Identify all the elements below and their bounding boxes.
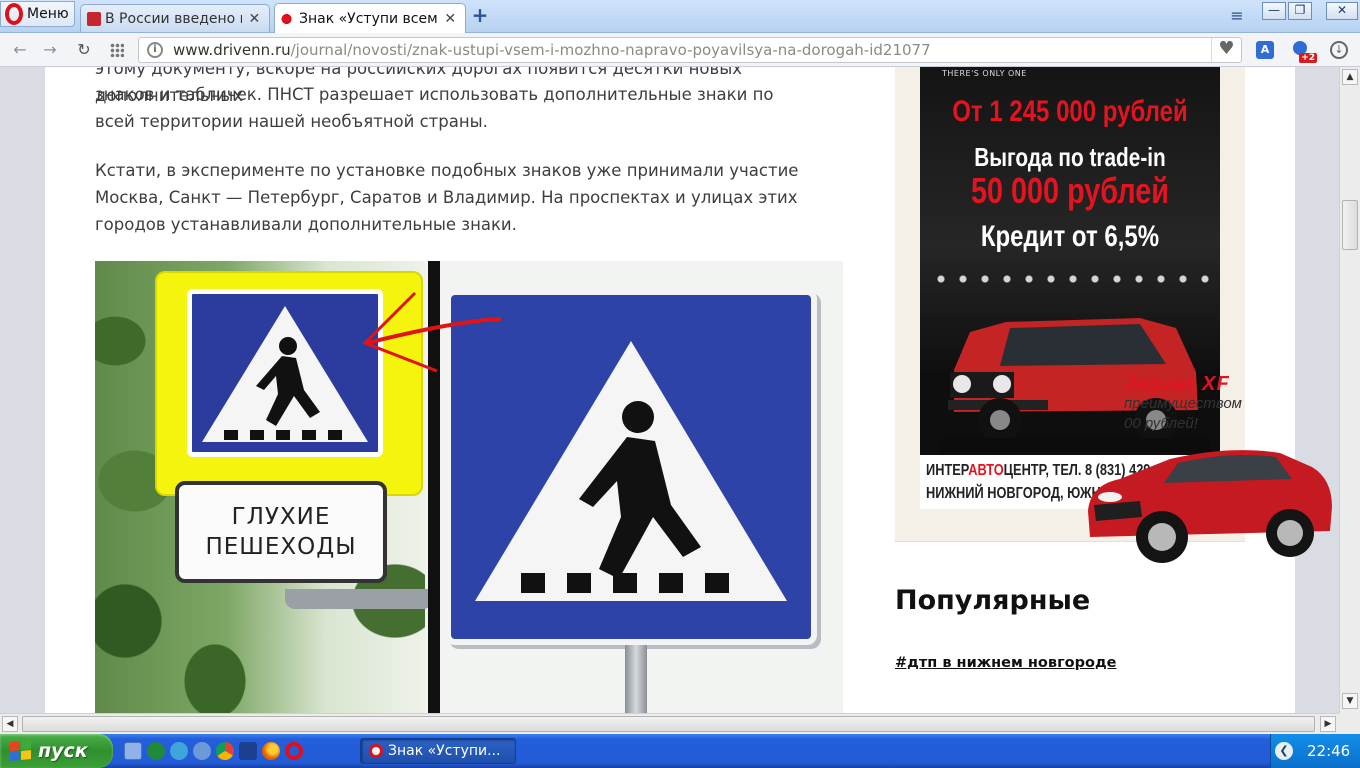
clock[interactable]: 22:46 [1307, 742, 1350, 760]
jaguar-brand: Jaguar XF [1124, 373, 1230, 395]
horizontal-scroll-thumb[interactable] [22, 716, 1315, 732]
scroll-right-icon[interactable]: ▶ [1320, 716, 1336, 732]
dealer-red: АВТО [968, 462, 1004, 479]
firefox-icon[interactable] [262, 742, 280, 760]
windows-flag-icon [10, 739, 32, 763]
screen: Меню В России введено н ✕ Знак «Уступи в… [0, 0, 1360, 768]
url-path: /journal/novosti/znak-ustupi-vsem-i-mozh… [290, 41, 931, 59]
scroll-up-icon[interactable]: ▲ [1342, 69, 1358, 85]
app-icon[interactable] [170, 742, 188, 760]
taskbar-window-button[interactable]: Знак «Уступи... [360, 738, 516, 764]
jaguar-ad-line: 00 рублей! [1124, 415, 1198, 432]
scrollbar-corner [1339, 713, 1360, 734]
tray-expand-icon[interactable]: ❮ [1275, 742, 1293, 760]
close-icon[interactable]: ✕ [443, 11, 457, 27]
vertical-scrollbar[interactable]: ▲ ▼ [1339, 67, 1360, 713]
scroll-down-icon[interactable]: ▼ [1342, 693, 1358, 709]
sign-bracket [285, 589, 433, 609]
sign-plate-deaf-pedestrians: ГЛУХИЕ ПЕШЕХОДЫ [175, 481, 387, 583]
opera-logo-icon [5, 3, 23, 25]
tab-title: В России введено н [105, 10, 242, 27]
restore-icon[interactable]: ❐ [1288, 2, 1312, 20]
opera-menu-button[interactable]: Меню [0, 1, 75, 27]
dealer-prefix: ИНТЕР [926, 462, 969, 479]
popular-tag-link[interactable]: #дтп в нижнем новгороде [895, 655, 1117, 671]
taskbar-window-title: Знак «Уступи... [388, 743, 501, 759]
site-favicon-icon [87, 11, 101, 26]
url-domain: www.drivenn.ru [173, 41, 291, 59]
horizontal-scrollbar[interactable]: ◀ ▶ [0, 713, 1339, 734]
tab-russia-news[interactable]: В России введено н ✕ [80, 4, 270, 32]
article-paragraph: знаков и табличек. ПНСТ разрешает исполь… [95, 85, 774, 131]
grey-pole [625, 645, 647, 713]
show-desktop-icon[interactable] [124, 742, 142, 760]
url-text[interactable]: www.drivenn.ru/journal/novosti/znak-ustu… [173, 41, 1211, 59]
opera-icon[interactable] [285, 742, 303, 760]
jaguar-overlay-ad[interactable]: Jaguar XF преимуществом 00 рублей! [1080, 373, 1340, 577]
red-arrow-annotation [362, 291, 502, 373]
article-paragraph: Кстати, в эксперименте по установке подо… [95, 161, 799, 234]
showroom-lights [930, 272, 1210, 286]
start-button[interactable]: пуск [0, 734, 113, 768]
menu-label: Меню [27, 6, 69, 22]
scroll-left-icon[interactable]: ◀ [2, 716, 18, 732]
reload-icon[interactable]: ↻ [74, 40, 94, 60]
app-icon[interactable] [193, 742, 211, 760]
site-info-icon[interactable]: i [147, 42, 163, 58]
bookmark-heart-icon[interactable]: ♥ [1211, 38, 1241, 62]
browser-tab-strip: Меню В России введено н ✕ Знак «Уступи в… [0, 0, 1360, 33]
start-label: пуск [38, 740, 88, 762]
site-favicon-icon [281, 11, 295, 26]
popular-heading: Популярные [895, 585, 1091, 616]
browser-toolbar: ← → ↻ i www.drivenn.ru/journal/novosti/z… [0, 33, 1360, 67]
jaguar-ad-line: преимуществом [1124, 395, 1242, 412]
ad-price: От 1 245 000 рублей [952, 95, 1188, 128]
close-icon[interactable]: ✕ [248, 11, 261, 27]
system-tray: ❮ 22:46 [1270, 734, 1360, 768]
tab-list-menu-icon[interactable]: ≡ [1228, 6, 1246, 25]
utorrent-icon[interactable] [147, 742, 165, 760]
back-arrow-icon[interactable]: ← [10, 40, 30, 60]
notifications-extension-icon[interactable]: +2 [1293, 41, 1317, 63]
tab-znak-ustupi[interactable]: Знак «Уступи всем, ✕ [274, 3, 466, 33]
ad-credit: Кредит от 6,5% [980, 220, 1160, 253]
close-window-icon[interactable]: ✕ [1326, 2, 1358, 20]
minimize-icon[interactable]: — [1262, 2, 1286, 20]
forward-arrow-icon[interactable]: → [40, 40, 60, 60]
article-image-road-signs: ГЛУХИЕ ПЕШЕХОДЫ [95, 261, 843, 713]
download-icon[interactable]: ↓ [1330, 41, 1348, 59]
ad-benefit-value: 50 000 рублей [970, 170, 1170, 211]
vertical-scroll-thumb[interactable] [1342, 200, 1358, 250]
chrome-icon[interactable] [216, 742, 234, 760]
red-jaguar-car-image [1088, 450, 1332, 563]
opera-icon [369, 744, 383, 758]
translate-extension-icon[interactable]: A [1256, 41, 1274, 59]
new-tab-plus-icon[interactable]: + [470, 5, 490, 26]
extension-badge: +2 [1299, 53, 1317, 63]
save-disk-icon[interactable] [239, 742, 257, 760]
address-bar[interactable]: i www.drivenn.ru/journal/novosti/znak-us… [138, 37, 1242, 63]
sign-plate-line2: ПЕШЕХОДЫ [205, 534, 357, 560]
ad-tagline: THERE'S ONLY ONE [942, 69, 1027, 78]
ad-benefit-label: Выгода по trade-in [974, 142, 1166, 172]
speed-dial-grid-icon[interactable] [110, 43, 124, 57]
windows-taskbar: пуск Знак «Уступи... ❮ 22:46 [0, 734, 1360, 768]
sign-plate-line1: ГЛУХИЕ [231, 504, 331, 530]
tab-title: Знак «Уступи всем, [299, 10, 438, 27]
